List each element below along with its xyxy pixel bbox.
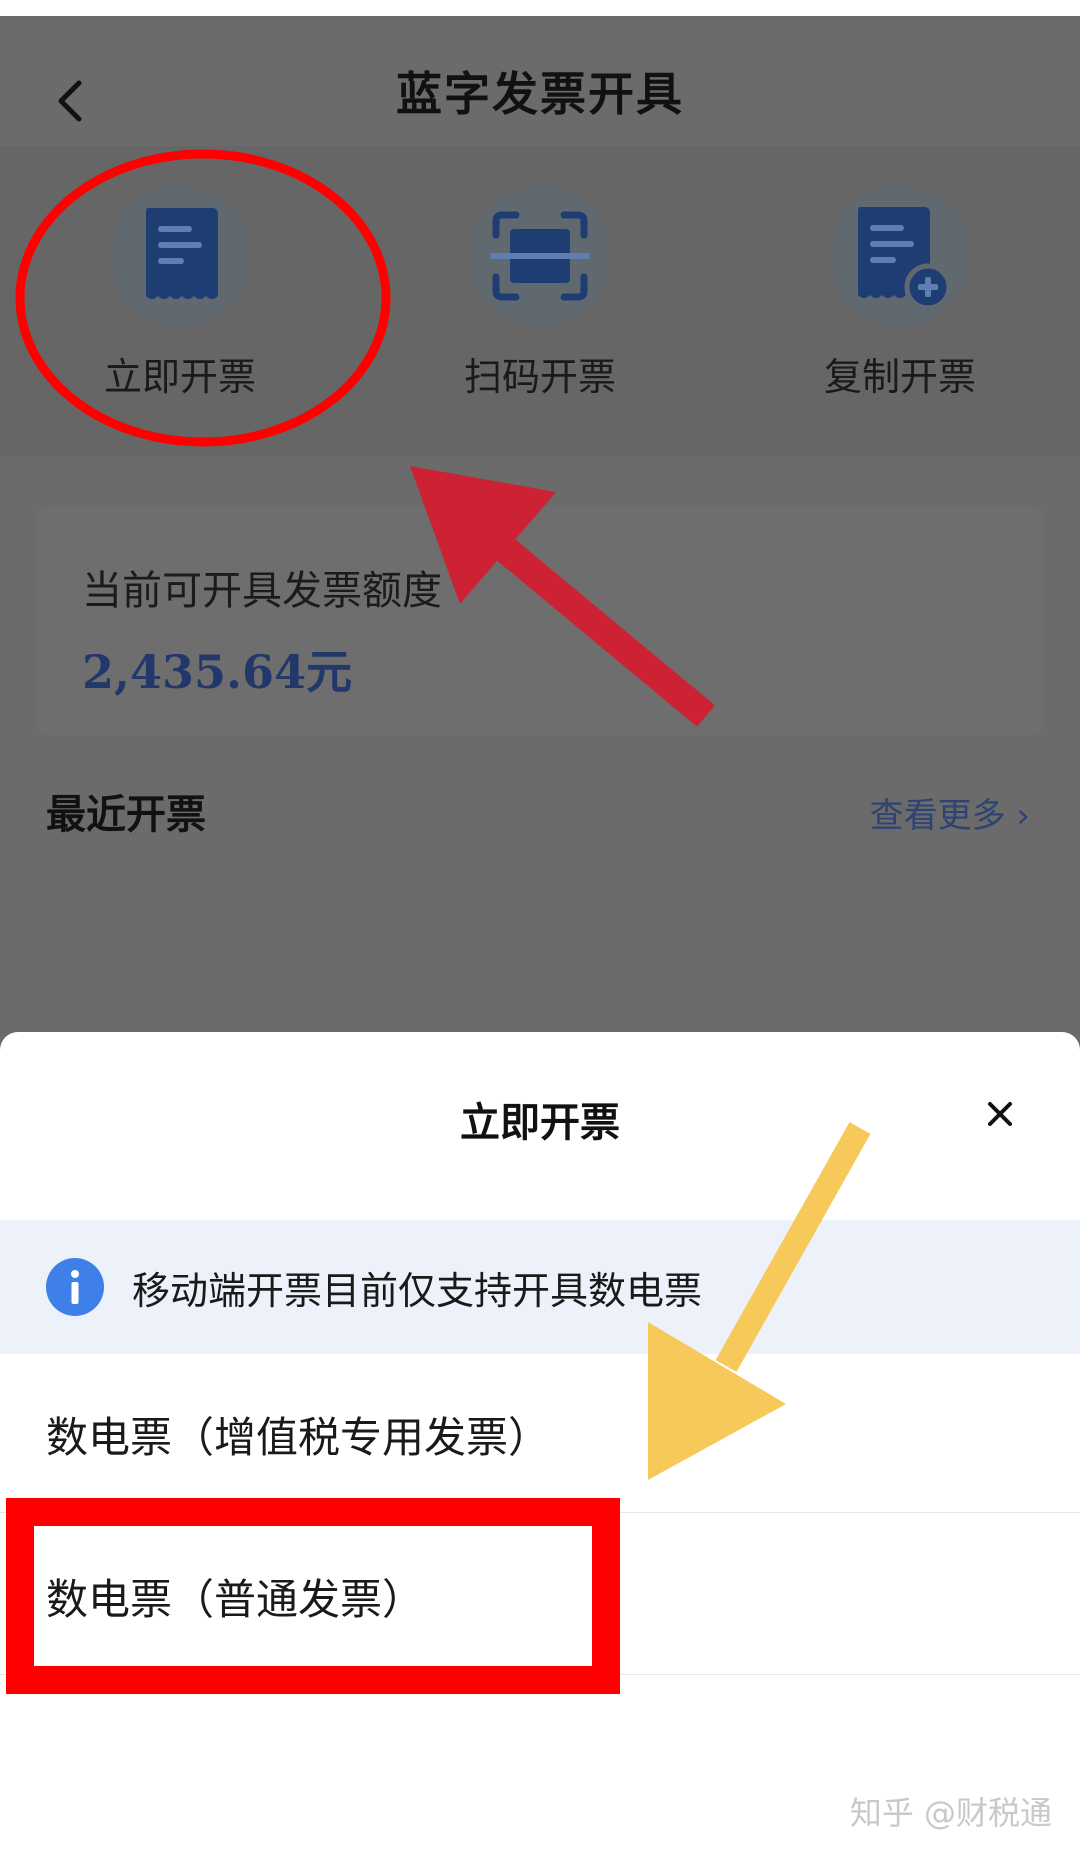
quota-label: 当前可开具发票额度	[82, 568, 442, 614]
scan-issue-action[interactable]: 扫码开票	[390, 186, 690, 401]
quota-amount: 2,435.64元	[82, 645, 353, 699]
scan-issue-icon-bg	[470, 186, 610, 326]
issue-now-label: 立即开票	[103, 355, 256, 399]
issue-bottom-sheet: 立即开票 移动端开票目前仅支持开具数电票 数电票（增值税专用发票） 数电票（普通…	[0, 1032, 1080, 1850]
navbar: 蓝字发票开具	[0, 16, 1080, 146]
close-icon	[988, 1102, 1012, 1126]
option-general-invoice[interactable]: 数电票（普通发票）	[0, 1516, 1080, 1675]
option-vat-special-invoice[interactable]: 数电票（增值税专用发票）	[0, 1354, 1080, 1513]
page-title: 蓝字发票开具	[396, 67, 684, 121]
view-more-link[interactable]: 查看更多 ›	[870, 788, 1030, 837]
scan-icon	[490, 211, 590, 301]
option-label: 数电票（增值税专用发票）	[46, 1413, 551, 1462]
recent-title: 最近开票	[46, 792, 206, 838]
receipt-icon	[146, 208, 218, 299]
issue-now-icon-bg	[110, 186, 250, 326]
option-label: 数电票（普通发票）	[46, 1575, 425, 1624]
copy-issue-action[interactable]: 复制开票	[750, 186, 1050, 401]
receipt-add-icon	[858, 207, 950, 309]
watermark: 知乎 @财税通	[849, 1794, 1052, 1832]
sheet-title: 立即开票	[460, 1100, 620, 1146]
info-icon	[46, 1258, 104, 1316]
copy-issue-label: 复制开票	[823, 355, 976, 399]
notice-banner: 移动端开票目前仅支持开具数电票	[0, 1220, 1080, 1354]
copy-issue-icon-bg	[830, 186, 970, 326]
scan-issue-label: 扫码开票	[463, 355, 616, 399]
notice-text: 移动端开票目前仅支持开具数电票	[132, 1269, 703, 1313]
close-button[interactable]	[978, 1092, 1022, 1136]
quota-card: 当前可开具发票额度 2,435.64元	[36, 506, 1044, 736]
top-edge	[0, 0, 1080, 16]
quick-actions: 立即开票 扫码开票 复制开票	[0, 146, 1080, 456]
screen: 蓝字发票开具 立即开票 扫码开票 复制开票 当前可开具发票额度 2,435.64…	[0, 16, 1080, 1850]
issue-now-action[interactable]: 立即开票	[30, 186, 330, 401]
